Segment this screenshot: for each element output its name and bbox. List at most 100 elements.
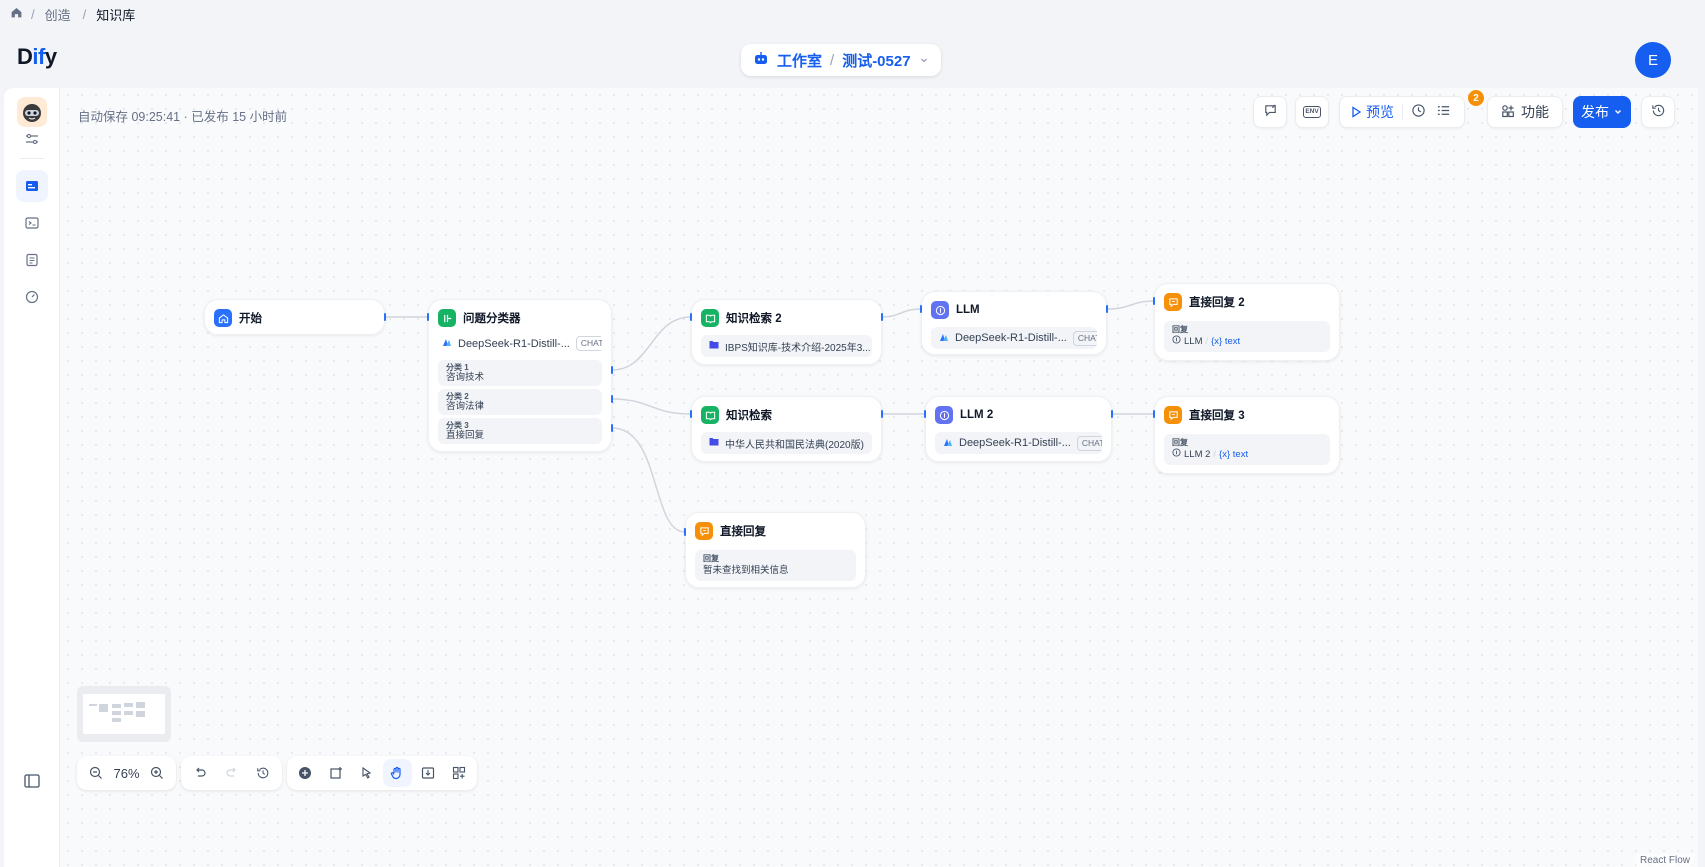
ref-variable: {x} text <box>1219 449 1249 460</box>
organize-icon[interactable] <box>444 759 473 787</box>
zoom-level[interactable]: 76% <box>113 766 139 781</box>
llm-target-handle[interactable] <box>920 305 922 313</box>
kr-source-handle[interactable] <box>881 410 883 418</box>
workflow-edges <box>385 300 1155 533</box>
llm2-source-handle[interactable] <box>1111 410 1113 418</box>
zoom-out-icon[interactable] <box>81 759 111 787</box>
home-icon[interactable] <box>10 6 23 22</box>
redo-icon[interactable] <box>217 759 247 787</box>
llm-icon <box>935 406 953 424</box>
node-title: 知识检索 <box>726 410 772 422</box>
node-llm-2[interactable]: LLM 2 DeepSeek-R1-Distill-... CHAT <box>925 396 1112 462</box>
history-icon[interactable] <box>248 759 278 787</box>
sidebar-toggle-icon[interactable] <box>16 765 48 797</box>
node-llm[interactable]: LLM DeepSeek-R1-Distill-... CHAT <box>921 291 1107 355</box>
features-button[interactable]: 功能 <box>1487 96 1563 128</box>
left-nav <box>4 88 60 867</box>
kr2-target-handle[interactable] <box>690 313 692 321</box>
checklist-icon[interactable] <box>1436 103 1451 121</box>
classifier-target-handle[interactable] <box>427 313 429 321</box>
app-switcher[interactable]: 工作室 / 测试-0527 <box>741 44 941 76</box>
nav-logs-icon[interactable] <box>16 244 48 276</box>
model-mode-tag: CHAT <box>575 336 602 351</box>
breadcrumb-current: 知识库 <box>96 7 136 23</box>
publish-button[interactable]: 发布 <box>1573 96 1631 128</box>
class-item: 分类 3 直接回复 <box>438 418 602 444</box>
classifier-icon <box>438 309 456 327</box>
node-question-classifier[interactable]: 问题分类器 DeepSeek-R1-Distill-... CHAT 分类 1咨… <box>428 299 612 452</box>
export-image-icon[interactable] <box>414 759 443 787</box>
avatar[interactable]: E <box>1635 42 1671 78</box>
class-3-handle[interactable] <box>611 424 613 432</box>
llm2-target-handle[interactable] <box>924 410 926 418</box>
class-item: 分类 1 咨询技术 <box>438 360 602 386</box>
nav-orchestrate-icon[interactable] <box>16 170 48 202</box>
node-answer-2[interactable]: 直接回复 2 回复 LLM / {x} text <box>1154 283 1340 361</box>
chat-off-icon <box>1263 103 1278 121</box>
add-note-icon[interactable] <box>322 759 351 787</box>
play-icon <box>1352 106 1362 118</box>
breadcrumb-create[interactable]: 创造 <box>45 5 71 24</box>
llm-source-handle[interactable] <box>1106 305 1108 313</box>
hand-icon[interactable] <box>383 759 412 787</box>
zoom-controls: 76% <box>77 756 176 790</box>
workflow-panel: 自动保存 09:25:41 · 已发布 15 小时前 ENV 预览 2 功能 发… <box>4 88 1698 867</box>
checklist-badge: 2 <box>1468 90 1484 106</box>
react-flow-attribution[interactable]: React Flow <box>1635 854 1694 867</box>
node-knowledge-retrieval[interactable]: 知识检索 中华人民共和国民法典(2020版) <box>691 396 882 462</box>
ref-node: LLM <box>1184 336 1203 347</box>
undo-icon[interactable] <box>185 759 215 787</box>
minimap[interactable] <box>77 686 171 742</box>
preview-button[interactable]: 预览 <box>1350 102 1394 122</box>
node-knowledge-retrieval-2[interactable]: 知识检索 2 IBPS知识库-技术介绍-2025年3... <box>691 299 882 365</box>
nav-monitor-icon[interactable] <box>16 281 48 313</box>
version-history-button[interactable] <box>1641 96 1675 128</box>
folder-icon <box>709 340 719 352</box>
node-start[interactable]: 开始 <box>204 299 385 335</box>
history-run-icon[interactable] <box>1411 103 1426 121</box>
settings-sliders-icon[interactable] <box>16 123 48 155</box>
book-icon <box>701 309 719 327</box>
app-name[interactable]: 测试-0527 <box>842 50 910 71</box>
chevron-down-icon <box>919 52 929 69</box>
start-source-handle[interactable] <box>384 313 386 321</box>
node-answer[interactable]: 直接回复 回复 暂未查找到相关信息 <box>685 512 866 588</box>
node-answer-3[interactable]: 直接回复 3 回复 LLM 2 / {x} text <box>1154 396 1340 474</box>
checklist-toggle-button[interactable] <box>1253 96 1287 128</box>
run-toolbar: 预览 <box>1339 96 1465 128</box>
reply-label: 回复 <box>1172 438 1188 447</box>
nav-api-icon[interactable] <box>16 207 48 239</box>
ans3-target-handle[interactable] <box>1153 410 1155 418</box>
model-provider-icon <box>939 332 949 345</box>
node-title: 开始 <box>239 313 262 325</box>
node-title: 直接回复 3 <box>1189 410 1245 422</box>
env-button[interactable]: ENV <box>1295 96 1329 128</box>
autosave-status: 自动保存 09:25:41 · 已发布 15 小时前 <box>78 110 288 124</box>
dify-logo[interactable]: Dify <box>17 44 57 70</box>
workflow-canvas[interactable]: 自动保存 09:25:41 · 已发布 15 小时前 ENV 预览 2 功能 发… <box>61 88 1698 867</box>
pointer-icon[interactable] <box>352 759 381 787</box>
ans-target-handle[interactable] <box>684 528 686 536</box>
kr2-source-handle[interactable] <box>881 313 883 321</box>
book-icon <box>701 406 719 424</box>
class-1-handle[interactable] <box>611 366 613 374</box>
reply-label: 回复 <box>1172 325 1188 334</box>
answer-icon <box>695 522 713 540</box>
node-title: 问题分类器 <box>463 313 521 325</box>
features-icon <box>1501 104 1515 121</box>
app-type-label: 工作室 <box>777 52 823 70</box>
zoom-in-icon[interactable] <box>142 759 172 787</box>
ans2-target-handle[interactable] <box>1153 297 1155 305</box>
model-mode-tag: CHAT <box>1072 330 1097 346</box>
node-title: 知识检索 2 <box>726 313 782 325</box>
kr-target-handle[interactable] <box>690 410 692 418</box>
breadcrumb: / 创造 / 知识库 <box>0 0 1705 28</box>
history-icon <box>1651 103 1666 121</box>
home-icon <box>214 309 232 327</box>
model-provider-icon <box>442 337 452 350</box>
add-node-icon[interactable] <box>291 759 320 787</box>
model-name: DeepSeek-R1-Distill-... <box>959 437 1071 449</box>
class-2-handle[interactable] <box>611 395 613 403</box>
answer-icon <box>1164 293 1182 311</box>
ref-variable: {x} text <box>1211 336 1241 347</box>
